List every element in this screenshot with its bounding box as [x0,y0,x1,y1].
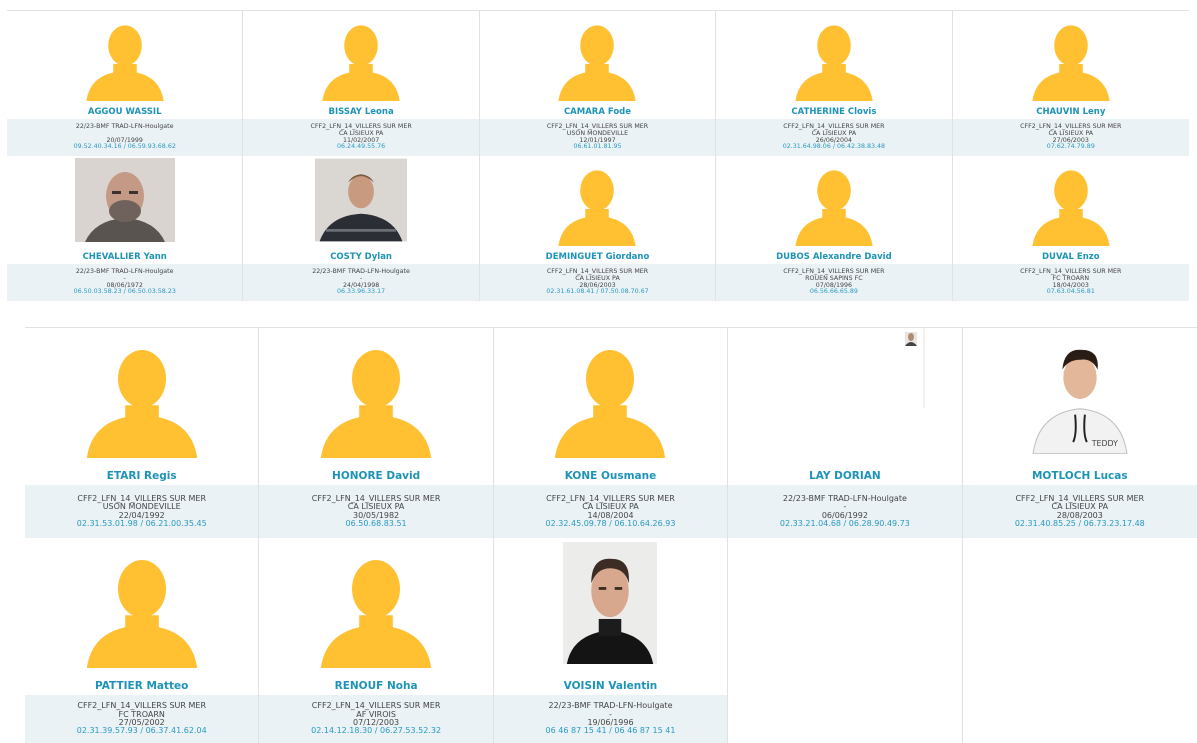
player-phones: 06.50.68.83.51 [345,518,407,528]
player-name-link[interactable]: VOISIN Valentin [494,680,727,692]
player-name-link[interactable]: PATTIER Matteo [25,680,258,692]
player-info: CFF2_LFN_14_VILLERS SUR MER FC TROARN 18/0… [952,264,1189,301]
player-name-link[interactable]: MOTLOCH Lucas [963,470,1197,482]
player-phones: 02.31.64.98.06 / 06.42.38.83.48 [782,143,886,151]
player-card[interactable]: DUVAL Enzo CFF2_LFN_14_VILLERS SUR MER FC … [952,156,1189,301]
player-card[interactable]: BISSAY Leona CFF2_LFN_14_VILLERS SUR MER C… [243,11,480,156]
player-phones: 06.56.66.65.89 [809,288,858,296]
player-phones: 06.50.03.58.23 / 06.50.03.58.23 [73,288,176,296]
player-name-link[interactable]: COSTY Dylan [243,252,478,262]
empty-player-slot [728,538,963,743]
player-name-link[interactable]: RENOUF Noha [259,680,492,692]
player-phones: 02.31.40.85.25 / 06.73.23.17.48 [1014,518,1145,528]
player-phones: 07.62.74.79.89 [1046,143,1095,151]
player-card[interactable]: TEDDY MOTLOCH Lucas CFF2_LFN_14_VILLERS SU… [962,328,1197,538]
player-phones: 02.31.61.08.41 / 07.50.08.70.67 [546,288,649,296]
player-info: 22/23-BMF TRAD-LFN-Houlgate -19/06/1996 06… [493,695,728,743]
player-name-link[interactable]: DEMINGUET Giordano [480,252,715,262]
player-name-link[interactable]: CAMARA Fode [480,107,715,117]
player-card[interactable]: COSTY Dylan 22/23-BMF TRAD-LFN-Houlgate -2… [243,156,480,301]
player-photo[interactable] [74,158,175,246]
player-photo[interactable] [563,542,658,668]
player-info: CFF2_LFN_14_VILLERS SUR MER CA LISIEUX PA… [952,119,1189,156]
avatar-placeholder-icon[interactable] [1029,17,1113,101]
empty-player-slot [962,538,1197,743]
avatar-placeholder-icon[interactable] [792,17,876,101]
player-phones: 02.31.39.57.93 / 06.37.41.62.04 [76,726,207,736]
player-card[interactable]: DEMINGUET Giordano CFF2_LFN_14_VILLERS SU… [479,156,717,301]
player-grid-top: AGGOU WASSIL 22/23-BMF TRAD-LFN-Houlgate … [7,10,1189,301]
player-photo[interactable] [315,158,408,246]
player-card[interactable]: HONORE David CFF2_LFN_14_VILLERS SUR MER C… [259,328,494,538]
player-phones: 06 46 87 15 41 / 06 46 87 15 41 [545,726,676,736]
player-name-link[interactable]: BISSAY Leona [243,107,478,117]
player-info: CFF2_LFN_14_VILLERS SUR MER CA LISIEUX PA… [716,119,952,156]
player-name-link[interactable]: CATHERINE Clovis [716,107,951,117]
player-phones: 02.14.12.18.30 / 06.27.53.52.32 [311,726,442,736]
player-name-link[interactable]: AGGOU WASSIL [7,107,242,117]
player-card[interactable]: CHAUVIN Leny CFF2_LFN_14_VILLERS SUR MER C… [952,11,1189,156]
player-phones: 06.61.01.81.95 [573,143,622,151]
avatar-placeholder-icon[interactable] [1029,162,1113,246]
avatar-placeholder-icon[interactable] [555,162,639,246]
player-phones: 09.52.40.34.16 / 06.59.93.68.62 [73,143,176,151]
player-phones: 07.63.04.56.81 [1046,288,1095,296]
avatar-placeholder-icon[interactable] [792,162,876,246]
player-card[interactable]: KONE Ousmane CFF2_LFN_14_VILLERS SUR MER C… [493,328,729,538]
avatar-placeholder-icon[interactable] [82,338,202,458]
player-card[interactable]: RENOUF Noha CFF2_LFN_14_VILLERS SUR MER AF… [259,538,494,743]
player-photo[interactable]: TEDDY [1030,336,1129,458]
avatar-placeholder-icon[interactable] [83,17,167,101]
player-info: CFF2_LFN_14_VILLERS SUR MER AF VIROIS 07/1… [259,695,493,743]
player-info: CFF2_LFN_14_VILLERS SUR MER CA LISIEUX PA… [493,485,728,538]
player-info: CFF2_LFN_14_VILLERS SUR MER CA LISIEUX PA… [479,264,716,301]
player-card[interactable]: ETARI Regis CFF2_LFN_14_VILLERS SUR MER US… [25,328,260,538]
player-name-link[interactable]: CHEVALLIER Yann [7,252,242,262]
player-info: CFF2_LFN_14_VILLERS SUR MER USON MONDEVIL… [25,485,259,538]
player-info: 22/23-BMF TRAD-LFN-Houlgate -06/06/1992 02… [728,485,962,538]
avatar-placeholder-icon[interactable] [550,338,670,458]
player-phones: 06.24.49.55.76 [337,143,386,151]
player-photo[interactable] [764,328,925,458]
avatar-placeholder-icon[interactable] [316,338,436,458]
player-card[interactable]: AGGOU WASSIL 22/23-BMF TRAD-LFN-Houlgate … [7,11,244,156]
player-phones: 02.31.53.01.98 / 06.21.00.35.45 [76,518,207,528]
player-info: CFF2_LFN_14_VILLERS SUR MER ROUEN SAPINS … [716,264,952,301]
player-card[interactable]: CHEVALLIER Yann 22/23-BMF TRAD-LFN-Houlga… [7,156,244,301]
player-phones: 02.33.21.04.68 / 06.28.90.49.73 [779,518,910,528]
player-card[interactable]: CAMARA Fode CFF2_LFN_14_VILLERS SUR MER US… [479,11,717,156]
player-card[interactable]: DUBOS Alexandre David CFF2_LFN_14_VILLERS… [716,156,953,301]
player-info: CFF2_LFN_14_VILLERS SUR MER CA LISIEUX PA… [243,119,479,156]
player-phones: 02.32.45.09.78 / 06.10.64.26.93 [545,518,676,528]
player-card[interactable]: VOISIN Valentin 22/23-BMF TRAD-LFN-Houlga… [493,538,729,743]
player-info: 22/23-BMF TRAD-LFN-Houlgate -24/04/1998 06… [243,264,479,301]
player-name-link[interactable]: ETARI Regis [25,470,258,482]
player-info: CFF2_LFN_14_VILLERS SUR MER USON MONDEVIL… [479,119,716,156]
player-info: CFF2_LFN_14_VILLERS SUR MER CA LISIEUX PA… [259,485,493,538]
player-name-link[interactable]: LAY DORIAN [728,470,961,482]
player-info: CFF2_LFN_14_VILLERS SUR MER CA LISIEUX PA… [962,485,1197,538]
player-card[interactable]: PATTIER Matteo CFF2_LFN_14_VILLERS SUR ME… [25,538,260,743]
player-name-link[interactable]: DUVAL Enzo [953,252,1189,262]
player-info: CFF2_LFN_14_VILLERS SUR MER FC TROARN 27/0… [25,695,259,743]
avatar-placeholder-icon[interactable] [555,17,639,101]
avatar-placeholder-icon[interactable] [82,548,202,668]
player-name-link[interactable]: DUBOS Alexandre David [716,252,951,262]
svg-text:TEDDY: TEDDY [1091,439,1118,448]
avatar-placeholder-icon[interactable] [316,548,436,668]
player-card[interactable]: CATHERINE Clovis CFF2_LFN_14_VILLERS SUR … [716,11,953,156]
player-info: 22/23-BMF TRAD-LFN-Houlgate -08/06/1972 06… [7,264,243,301]
player-name-link[interactable]: CHAUVIN Leny [953,107,1189,117]
player-card[interactable]: LAY DORIAN 22/23-BMF TRAD-LFN-Houlgate -06… [728,328,963,538]
player-phones: 06.33.96.33.17 [337,288,386,296]
player-name-link[interactable]: HONORE David [259,470,492,482]
player-name-link[interactable]: KONE Ousmane [494,470,727,482]
player-info: 22/23-BMF TRAD-LFN-Houlgate 20/07/1999 09… [7,119,243,156]
player-grid-bottom: ETARI Regis CFF2_LFN_14_VILLERS SUR MER US… [25,327,1197,743]
avatar-placeholder-icon[interactable] [319,17,403,101]
